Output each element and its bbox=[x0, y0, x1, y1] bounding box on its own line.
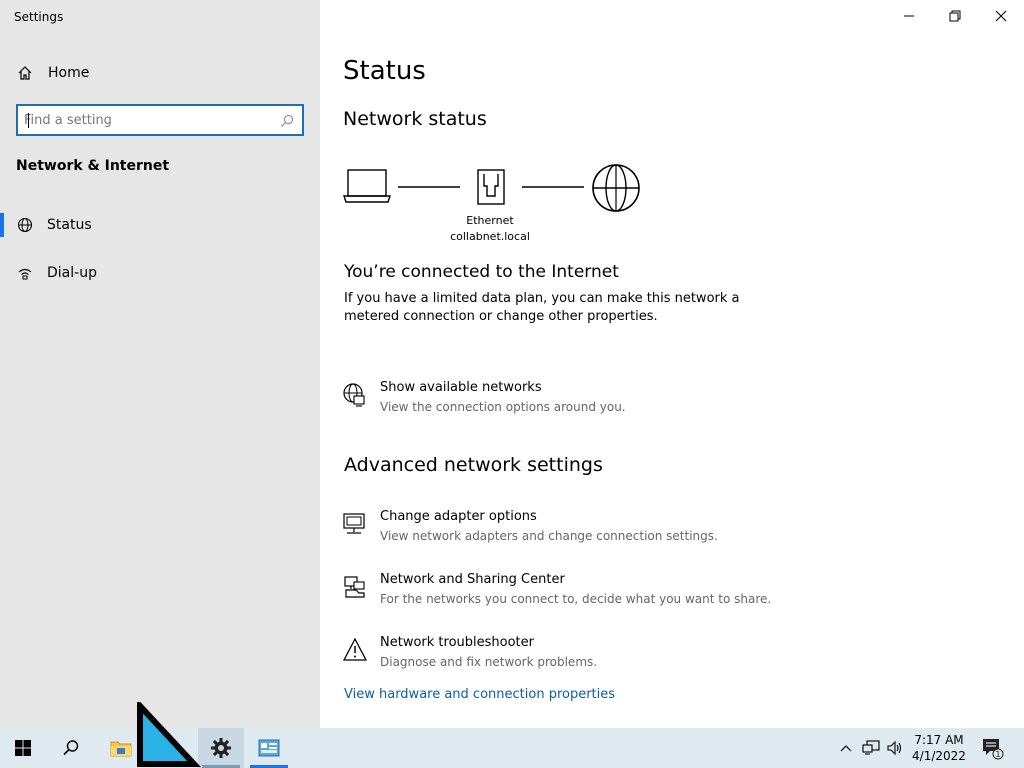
option-title: Show available networks bbox=[380, 380, 542, 395]
page-title: Status bbox=[343, 56, 426, 86]
volume-icon[interactable] bbox=[886, 740, 904, 760]
network-name: collabnet.local bbox=[450, 230, 530, 243]
connection-description: If you have a limited data plan, you can… bbox=[344, 291, 740, 324]
notification-center-button[interactable]: 1 bbox=[980, 736, 1004, 764]
show-available-networks[interactable]: Show available networks View the connect… bbox=[342, 380, 862, 424]
option-subtitle: For the networks you connect to, decide … bbox=[380, 592, 772, 606]
gear-icon bbox=[211, 738, 231, 758]
folder-icon bbox=[110, 741, 132, 757]
search-icon[interactable] bbox=[280, 113, 294, 132]
network-status-heading: Network status bbox=[343, 108, 487, 130]
globe-icon bbox=[592, 164, 640, 212]
network-sharing-center[interactable]: Network and Sharing Center For the netwo… bbox=[342, 572, 862, 616]
advanced-settings-heading: Advanced network settings bbox=[344, 454, 603, 476]
clock-date: 4/1/2022 bbox=[912, 749, 966, 763]
sidebar: Settings Home Network & Internet Status … bbox=[0, 0, 320, 728]
laptop-icon bbox=[343, 169, 391, 203]
home-icon bbox=[16, 64, 34, 82]
option-title: Network and Sharing Center bbox=[380, 572, 565, 587]
warning-icon bbox=[342, 637, 368, 661]
sidebar-item-label: Dial-up bbox=[47, 265, 97, 281]
restore-icon bbox=[949, 10, 961, 22]
control-panel-icon bbox=[258, 739, 280, 757]
clock-time: 7:17 AM bbox=[914, 733, 964, 747]
adapter-label: Ethernet collabnet.local bbox=[440, 213, 540, 245]
search-icon bbox=[63, 740, 79, 756]
sidebar-item-home[interactable]: Home bbox=[0, 53, 320, 93]
minimize-icon bbox=[904, 15, 914, 17]
control-panel-button[interactable] bbox=[246, 728, 292, 768]
start-button[interactable] bbox=[0, 728, 46, 768]
option-subtitle: Diagnose and fix network problems. bbox=[380, 655, 598, 669]
sharing-center-icon bbox=[344, 576, 365, 598]
selection-indicator bbox=[0, 213, 4, 237]
clock[interactable]: 7:17 AM 4/1/2022 bbox=[908, 732, 970, 764]
section-title: Network & Internet bbox=[16, 158, 170, 174]
sidebar-item-status[interactable]: Status bbox=[0, 205, 320, 245]
close-icon bbox=[995, 10, 1007, 22]
minimize-button[interactable] bbox=[886, 0, 932, 32]
window-title: Settings bbox=[14, 10, 64, 24]
chevron-up-icon[interactable] bbox=[838, 740, 854, 760]
search-field[interactable] bbox=[16, 104, 304, 136]
dialup-icon bbox=[16, 264, 34, 282]
globe-icon bbox=[16, 216, 34, 234]
home-label: Home bbox=[48, 65, 90, 81]
sidebar-item-dialup[interactable]: Dial-up bbox=[0, 253, 320, 293]
adapter-name: Ethernet bbox=[466, 214, 514, 227]
notification-icon: 1 bbox=[983, 739, 1004, 760]
change-adapter-options[interactable]: Change adapter options View network adap… bbox=[342, 509, 862, 553]
text-caret bbox=[28, 113, 29, 128]
option-title: Change adapter options bbox=[380, 509, 537, 524]
hardware-properties-link[interactable]: View hardware and connection properties bbox=[344, 687, 615, 702]
option-subtitle: View the connection options around you. bbox=[380, 400, 626, 414]
windows-logo-icon bbox=[15, 740, 31, 756]
main-content: Status Network status Ethernet collabnet… bbox=[320, 0, 1024, 728]
option-subtitle: View network adapters and change connect… bbox=[380, 529, 718, 543]
network-troubleshooter[interactable]: Network troubleshooter Diagnose and fix … bbox=[342, 635, 862, 679]
adapter-icon bbox=[343, 513, 365, 534]
sidebar-item-label: Status bbox=[47, 217, 92, 233]
ethernet-icon bbox=[477, 169, 505, 205]
connection-heading: You’re connected to the Internet bbox=[344, 262, 619, 282]
search-input[interactable] bbox=[24, 110, 274, 130]
mouse-cursor-icon bbox=[137, 702, 201, 767]
svg-text:1: 1 bbox=[995, 750, 1000, 759]
taskbar-search-button[interactable] bbox=[48, 728, 94, 768]
restore-button[interactable] bbox=[932, 0, 978, 32]
show-networks-icon bbox=[343, 383, 365, 407]
close-button[interactable] bbox=[978, 0, 1024, 32]
network-tray-icon[interactable] bbox=[862, 740, 880, 760]
option-title: Network troubleshooter bbox=[380, 635, 534, 650]
